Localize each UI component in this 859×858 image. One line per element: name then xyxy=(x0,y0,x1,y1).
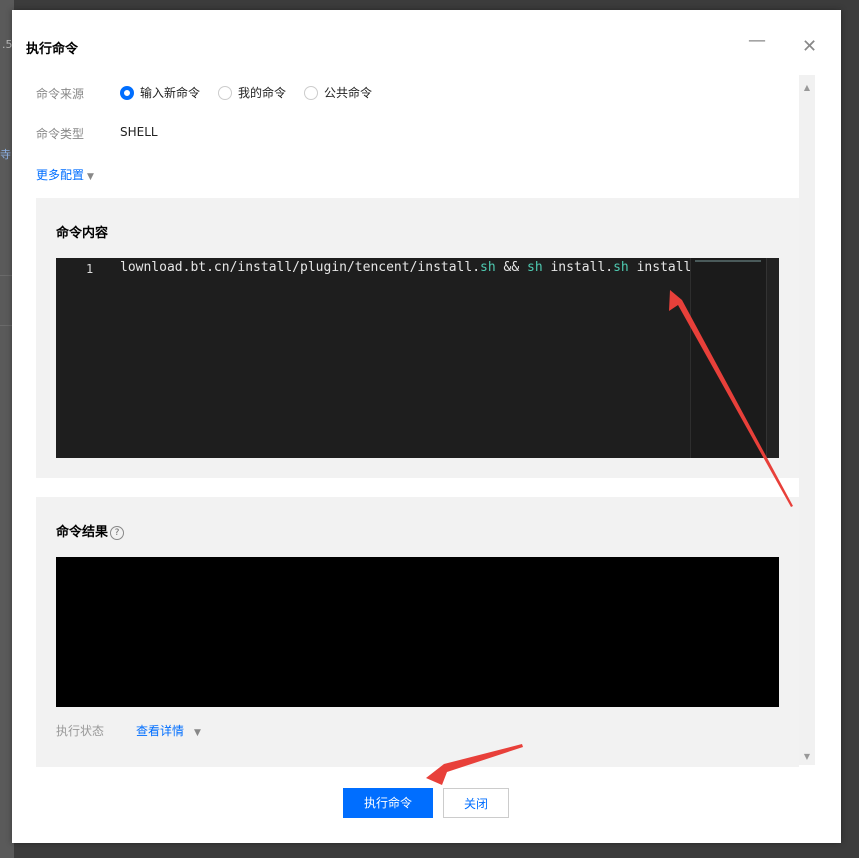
code-keyword: sh xyxy=(480,260,496,275)
minimize-icon[interactable]: — xyxy=(748,32,766,50)
command-content-title: 命令内容 xyxy=(56,226,109,241)
more-config-toggle[interactable]: 更多配置 ▼ xyxy=(36,166,94,183)
code-text: install. xyxy=(542,260,614,275)
radio-label: 公共命令 xyxy=(324,86,373,100)
radio-new-command[interactable]: 输入新命令 xyxy=(120,84,200,101)
command-result-label: 命令结果 xyxy=(56,525,109,540)
command-result-output xyxy=(56,557,779,707)
editor-minimap[interactable] xyxy=(690,258,767,458)
minimap-line xyxy=(695,260,761,262)
code-text: && xyxy=(495,260,527,275)
radio-circle xyxy=(218,85,232,100)
view-details-link[interactable]: 查看详情 ▼ xyxy=(136,722,201,739)
scroll-up-icon[interactable]: ▲ xyxy=(799,83,815,92)
backdrop-text: 寺 xyxy=(0,148,11,161)
dialog-body: 命令来源 输入新命令 我的命令 公共命令 命令类型 SHELL 更多配置 ▼ 命令… xyxy=(36,75,811,767)
code-keyword: sh xyxy=(613,260,629,275)
code-text: install xyxy=(628,260,692,275)
caret-down-icon: ▼ xyxy=(87,172,94,182)
source-label: 命令来源 xyxy=(36,87,85,101)
caret-down-icon: ▼ xyxy=(194,728,201,738)
radio-circle xyxy=(120,85,134,100)
code-line[interactable]: lownload.bt.cn/install/plugin/tencent/in… xyxy=(120,260,693,275)
close-button[interactable]: 关闭 xyxy=(443,788,509,818)
backdrop-text: .5 xyxy=(2,38,13,51)
command-content-panel: 命令内容 1 lownload.bt.cn/install/plugin/ten… xyxy=(36,198,799,478)
radio-circle xyxy=(304,85,318,100)
code-text: lownload.bt.cn/install/plugin/tencent/in… xyxy=(120,260,481,275)
code-editor[interactable]: 1 lownload.bt.cn/install/plugin/tencent/… xyxy=(56,258,779,458)
type-label: 命令类型 xyxy=(36,127,85,141)
close-icon[interactable]: ✕ xyxy=(802,38,817,56)
view-details-label: 查看详情 xyxy=(136,724,185,738)
line-number: 1 xyxy=(86,262,94,276)
radio-my-command[interactable]: 我的命令 xyxy=(218,84,286,101)
dialog-title: 执行命令 xyxy=(26,42,79,57)
radio-label: 输入新命令 xyxy=(140,86,201,100)
command-result-panel: 命令结果? 执行状态 查看详情 ▼ xyxy=(36,497,799,767)
editor-scrollbar[interactable] xyxy=(766,258,779,458)
execute-command-dialog: 执行命令 — ✕ 命令来源 输入新命令 我的命令 公共命令 命令类型 SHELL… xyxy=(12,10,841,843)
execution-status-label: 执行状态 xyxy=(56,724,105,738)
radio-public-command[interactable]: 公共命令 xyxy=(304,84,372,101)
command-result-title: 命令结果? xyxy=(56,521,125,540)
dialog-scrollbar[interactable]: ▲ ▼ xyxy=(799,75,815,765)
scroll-down-icon[interactable]: ▼ xyxy=(799,752,815,761)
type-value: SHELL xyxy=(120,125,158,139)
execute-command-button[interactable]: 执行命令 xyxy=(343,788,433,818)
more-config-label: 更多配置 xyxy=(36,168,85,182)
radio-label: 我的命令 xyxy=(238,86,287,100)
help-icon[interactable]: ? xyxy=(110,525,125,540)
code-keyword: sh xyxy=(527,260,543,275)
